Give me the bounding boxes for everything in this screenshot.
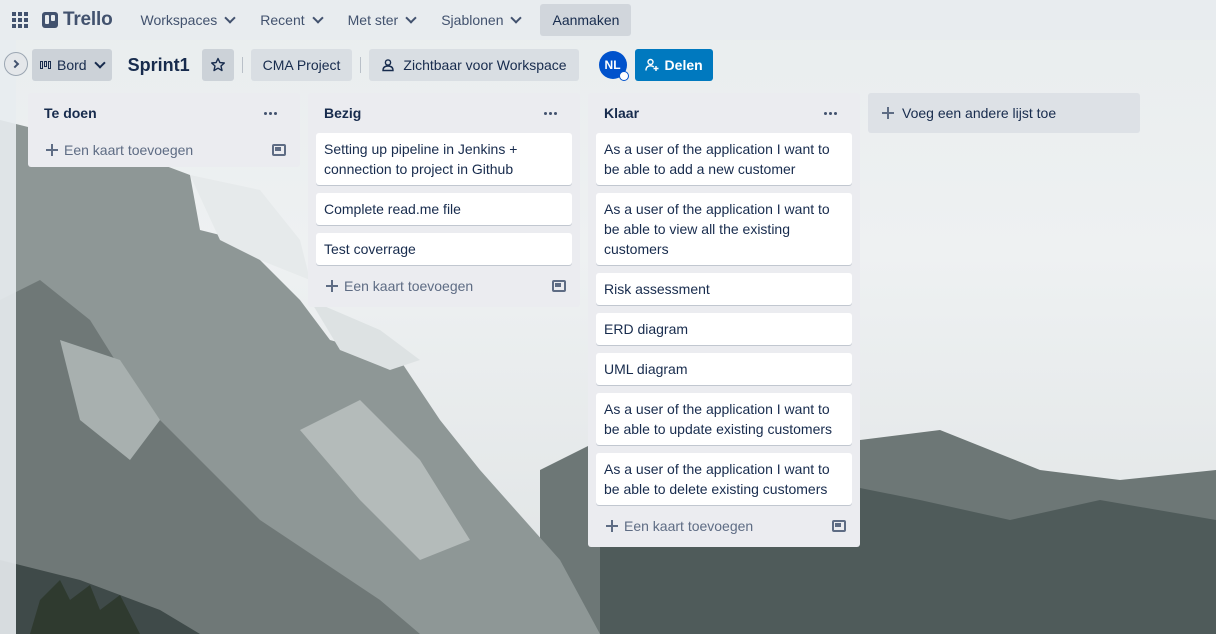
list-title[interactable]: Klaar	[604, 105, 639, 121]
nav-workspaces[interactable]: Workspaces	[130, 4, 244, 36]
nav-recent-label: Recent	[260, 12, 305, 28]
admin-badge-icon	[618, 71, 629, 81]
nav-recent[interactable]: Recent	[250, 4, 331, 36]
card[interactable]: ERD diagram	[596, 313, 852, 345]
top-navigation-bar: Trello Workspaces Recent Met ster Sjablo…	[0, 0, 1216, 40]
visibility-button[interactable]: Zichtbaar voor Workspace	[369, 49, 579, 81]
card[interactable]: As a user of the application I want to b…	[596, 393, 852, 445]
list-title[interactable]: Bezig	[324, 105, 361, 121]
add-list-button[interactable]: Voeg een andere lijst toe	[868, 93, 1140, 133]
add-card-label: Een kaart toevoegen	[64, 142, 194, 158]
card[interactable]: As a user of the application I want to b…	[596, 453, 852, 505]
create-button[interactable]: Aanmaken	[540, 4, 632, 36]
expand-sidebar-button[interactable]	[4, 52, 28, 76]
chevron-down-icon	[510, 12, 523, 24]
add-card-row: Een kaart toevoegen	[316, 269, 572, 303]
app-switcher-icon[interactable]	[10, 10, 30, 30]
card[interactable]: UML diagram	[596, 353, 852, 385]
nav-starred[interactable]: Met ster	[338, 4, 426, 36]
list-te-doen: Te doen Een kaart toevoegen	[28, 93, 300, 167]
plus-icon	[606, 520, 618, 532]
add-card-label: Een kaart toevoegen	[344, 278, 474, 294]
add-card-row: Een kaart toevoegen	[36, 133, 292, 167]
plus-icon	[326, 280, 338, 292]
board-view-icon	[40, 61, 51, 69]
collapsed-sidebar	[0, 40, 16, 634]
card[interactable]: Complete read.me file	[316, 193, 572, 225]
chevron-down-icon	[224, 12, 236, 24]
share-label: Delen	[664, 57, 703, 73]
card[interactable]: Setting up pipeline in Jenkins + connect…	[316, 133, 572, 185]
board-view-label: Bord	[57, 57, 87, 73]
list-bezig: Bezig Setting up pipeline in Jenkins + c…	[308, 93, 580, 307]
card-template-icon[interactable]	[272, 144, 286, 156]
chevron-right-icon	[10, 59, 20, 69]
visibility-label: Zichtbaar voor Workspace	[403, 57, 567, 73]
card-template-icon[interactable]	[832, 520, 846, 532]
plus-icon	[46, 144, 58, 156]
card[interactable]: Risk assessment	[596, 273, 852, 305]
add-person-icon	[644, 58, 659, 71]
list-menu-icon[interactable]	[256, 101, 284, 125]
add-card-label: Een kaart toevoegen	[624, 518, 754, 534]
board-header: Bord Sprint1 CMA Project Zichtbaar voor …	[32, 49, 713, 81]
star-board-button[interactable]	[201, 49, 234, 81]
trello-logo-text: Trello	[63, 9, 113, 30]
card-template-icon[interactable]	[552, 280, 566, 292]
member-avatar[interactable]: NL	[598, 51, 629, 81]
list-menu-icon[interactable]	[816, 101, 844, 125]
trello-logo-icon	[42, 12, 58, 28]
list-title[interactable]: Te doen	[44, 105, 97, 121]
nav-templates[interactable]: Sjablonen	[431, 4, 530, 36]
add-card-button[interactable]: Een kaart toevoegen	[46, 142, 193, 158]
list-header: Te doen	[36, 93, 292, 133]
share-button[interactable]: Delen	[634, 49, 713, 81]
add-card-row: Een kaart toevoegen	[596, 509, 852, 543]
star-icon	[210, 57, 225, 72]
add-list-label: Voeg een andere lijst toe	[902, 105, 1057, 121]
list-klaar: Klaar As a user of the application I wan…	[588, 93, 860, 547]
chevron-down-icon	[405, 12, 417, 24]
board-title[interactable]: Sprint1	[112, 49, 202, 81]
nav-workspaces-label: Workspaces	[140, 12, 218, 28]
plus-icon	[882, 107, 894, 119]
people-icon	[382, 59, 395, 72]
trello-logo[interactable]: Trello	[42, 9, 113, 31]
list-header: Klaar	[596, 93, 852, 133]
header-divider	[360, 57, 362, 73]
add-card-button[interactable]: Een kaart toevoegen	[606, 518, 753, 534]
list-header: Bezig	[316, 93, 572, 133]
card[interactable]: As a user of the application I want to b…	[596, 133, 852, 185]
card[interactable]: Test coverrage	[316, 233, 572, 265]
avatar-initials: NL	[604, 58, 621, 72]
chevron-down-icon	[93, 57, 106, 69]
header-divider	[241, 57, 243, 73]
chevron-down-icon	[311, 12, 324, 24]
list-menu-icon[interactable]	[536, 101, 564, 125]
board-view-switcher[interactable]: Bord	[32, 49, 112, 81]
nav-starred-label: Met ster	[347, 12, 399, 28]
workspace-button[interactable]: CMA Project	[250, 49, 353, 81]
add-card-button[interactable]: Een kaart toevoegen	[326, 278, 473, 294]
card[interactable]: As a user of the application I want to b…	[596, 193, 852, 265]
nav-templates-label: Sjablonen	[441, 12, 504, 28]
